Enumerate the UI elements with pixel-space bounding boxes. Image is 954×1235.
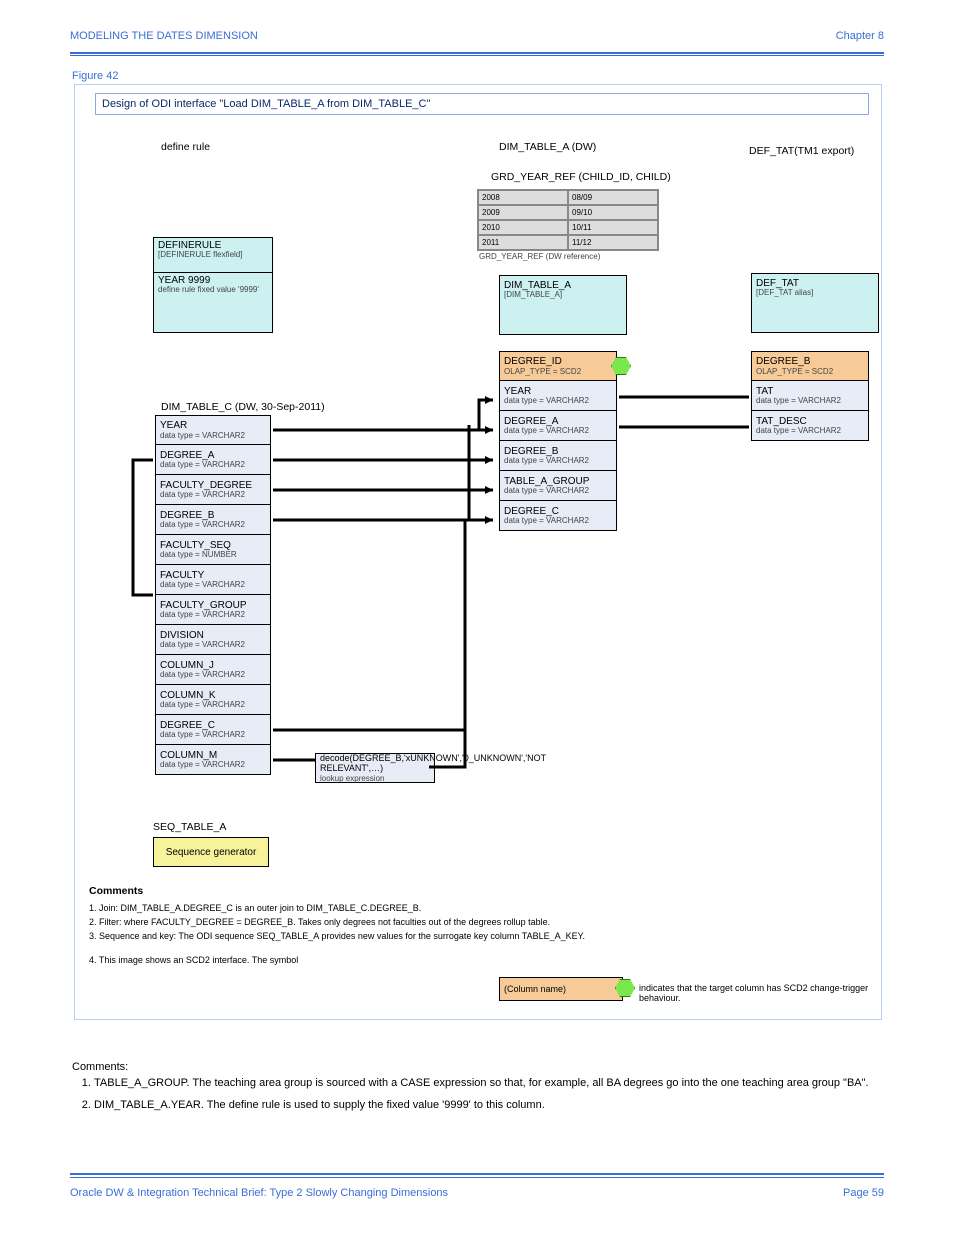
heading-table-c: DIM_TABLE_C (DW, 30-Sep-2011): [161, 401, 325, 413]
lookup-expression-box: decode(DEGREE_B,'xUNKNOWN','0_UNKNOWN','…: [315, 753, 435, 783]
footer-rule-thin: [70, 1177, 884, 1178]
legend-title: Comments: [89, 885, 143, 897]
dim-tablec-stack: YEARdata type = VARCHAR2 DEGREE_Adata ty…: [155, 415, 271, 775]
figure-frame: Design of ODI interface "Load DIM_TABLE_…: [74, 84, 882, 1020]
heading-seq: SEQ_TABLE_A: [153, 821, 226, 833]
legend-scd2-text: indicates that the target column has SCD…: [639, 983, 881, 1003]
footer-right: Page 59: [843, 1187, 884, 1199]
define-rule-box: DEFINERULE[DEFINERULE flexfield] YEAR 99…: [153, 237, 273, 333]
legend-scd2-box: (Column name): [499, 977, 623, 1001]
list-item-1: TABLE_A_GROUP. The teaching area group i…: [94, 1076, 878, 1092]
dim-tablea-title-box: DIM_TABLE_A[DIM_TABLE_A]: [499, 275, 627, 335]
grd-subtitle: GRD_YEAR_REF (DW reference): [479, 253, 600, 261]
def-tat-title-box: DEF_TAT[DEF_TAT alias]: [751, 273, 879, 333]
dim-stack: DEGREE_IDOLAP_TYPE = SCD2 YEARdata type …: [499, 351, 617, 531]
heading-define: define rule: [161, 141, 210, 153]
heading-yearref: GRD_YEAR_REF (CHILD_ID, CHILD): [491, 171, 671, 183]
list-heading: Comments:: [72, 1061, 128, 1073]
header-right: Chapter 8: [836, 30, 884, 42]
figure-title: Design of ODI interface "Load DIM_TABLE_…: [95, 93, 869, 115]
legend-line1: 1. Join: DIM_TABLE_A.DEGREE_C is an oute…: [89, 903, 859, 913]
heading-def-tat: DEF_TAT(TM1 export): [749, 145, 854, 157]
heading-dim-table: DIM_TABLE_A (DW): [499, 141, 596, 153]
sequence-generator-box: Sequence generator: [153, 837, 269, 867]
grd-year-ref-table: 200808/09 200909/10 201010/11 201111/12: [477, 189, 659, 251]
footer-left: Oracle DW & Integration Technical Brief:…: [70, 1187, 448, 1199]
legend-line2: 2. Filter: where FACULTY_DEGREE = DEGREE…: [89, 917, 859, 927]
header-rule-thin: [70, 55, 884, 56]
legend-line4: 4. This image shows an SCD2 interface. T…: [89, 955, 298, 965]
header-left: MODELING THE DATES DIMENSION: [70, 30, 258, 42]
legend-line3: 3. Sequence and key: The ODI sequence SE…: [89, 931, 859, 941]
list-item-2: DIM_TABLE_A.YEAR. The define rule is use…: [94, 1098, 878, 1114]
tat-stack: DEGREE_BOLAP_TYPE = SCD2 TATdata type = …: [751, 351, 869, 441]
header-rule: [70, 52, 884, 54]
text-below-figure: Comments: TABLE_A_GROUP. The teaching ar…: [72, 1060, 878, 1120]
footer-rule: [70, 1173, 884, 1175]
figure-number: Figure 42: [72, 70, 118, 82]
